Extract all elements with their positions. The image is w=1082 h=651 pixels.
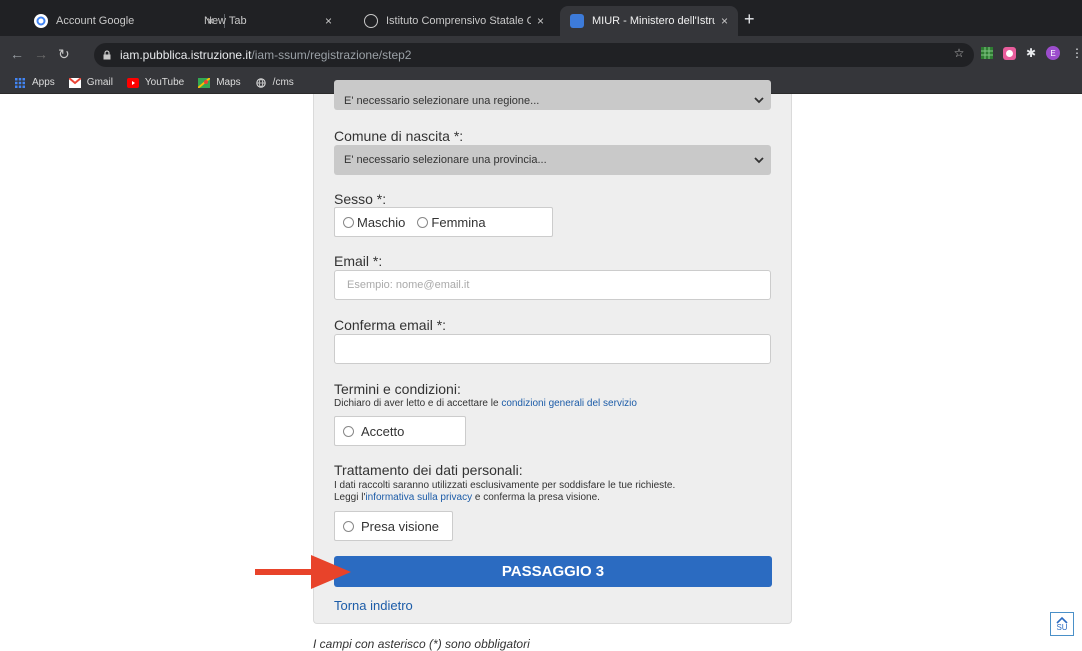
privacy-prefix: Leggi l' xyxy=(334,492,366,503)
radio-femmina[interactable]: Femmina xyxy=(417,214,486,230)
close-icon[interactable]: × xyxy=(325,14,332,28)
radio-label: Accetto xyxy=(361,423,405,439)
comune-select[interactable]: E' necessario selezionare una provincia.… xyxy=(334,145,771,175)
tab-label: Account Google xyxy=(56,15,135,27)
close-icon[interactable]: × xyxy=(537,14,544,28)
confirm-email-field[interactable] xyxy=(334,334,771,364)
bookmark-label: /cms xyxy=(272,77,294,88)
bookmark-label: Maps xyxy=(216,77,241,88)
terms-link[interactable]: condizioni generali del servizio xyxy=(501,398,637,409)
privacy-line1: I dati raccolti saranno utilizzati esclu… xyxy=(334,480,676,491)
tab-label: New Tab xyxy=(204,15,247,27)
tab-istituto[interactable]: Istituto Comprensivo Statale G × xyxy=(354,6,554,36)
registration-form: E' necessario selezionare una regione...… xyxy=(313,80,792,624)
scroll-top-button[interactable]: SU xyxy=(1050,612,1074,636)
radio-circle-icon xyxy=(343,425,354,437)
bookmark-label: Apps xyxy=(32,77,55,88)
bookmark-star-icon[interactable]: ☆ xyxy=(952,46,966,60)
bookmark-label: Gmail xyxy=(86,77,113,88)
email-label: Email *: xyxy=(334,253,383,269)
radio-circle-icon xyxy=(343,520,354,532)
radio-circle-icon xyxy=(343,216,354,228)
privacy-suffix: e conferma la presa visione. xyxy=(472,492,600,503)
youtube-icon xyxy=(126,77,139,88)
back-link[interactable]: Torna indietro xyxy=(334,598,413,613)
privacy-line2: Leggi l'informativa sulla privacy e conf… xyxy=(334,492,600,504)
reload-icon[interactable]: ↻ xyxy=(58,46,70,62)
close-icon[interactable]: × xyxy=(721,14,728,28)
radio-label: Presa visione xyxy=(361,518,440,534)
region-select[interactable]: E' necessario selezionare una regione... xyxy=(334,80,771,110)
url-host: iam.pubblica.istruzione.it xyxy=(120,48,252,62)
profile-avatar[interactable]: E xyxy=(1046,46,1060,60)
required-fields-note: I campi con asterisco (*) sono obbligato… xyxy=(313,637,530,651)
radio-accetto[interactable]: Accetto xyxy=(334,416,466,446)
tab-new-tab[interactable]: New Tab × xyxy=(194,6,342,36)
chevron-down-icon xyxy=(754,157,764,164)
extensions-puzzle-icon[interactable]: ✱ xyxy=(1024,46,1038,60)
terms-text: Dichiaro di aver letto e di accettare le… xyxy=(334,398,637,410)
globe-icon xyxy=(255,77,266,88)
privacy-title: Trattamento dei dati personali: xyxy=(334,462,523,478)
browser-toolbar: ← → ↻ iam.pubblica.istruzione.it/iam-ssu… xyxy=(0,36,1082,72)
new-tab-button[interactable]: + xyxy=(744,10,755,28)
tab-miur[interactable]: MIUR - Ministero dell'Istruzion × xyxy=(560,6,738,36)
address-bar[interactable]: iam.pubblica.istruzione.it/iam-ssum/regi… xyxy=(94,43,974,67)
radio-circle-icon xyxy=(417,216,429,228)
bookmark-youtube[interactable]: YouTube xyxy=(126,77,185,88)
sesso-label: Sesso *: xyxy=(334,191,387,207)
confirm-email-label: Conferma email *: xyxy=(334,317,447,333)
apps-grid-icon xyxy=(15,77,25,88)
globe-icon xyxy=(364,14,378,28)
miur-favicon-icon xyxy=(570,14,584,28)
url-path: /iam-ssum/registrazione/step2 xyxy=(251,48,412,62)
browser-tab-strip: Account Google × New Tab × Istituto Comp… xyxy=(0,0,1082,36)
radio-label: Femmina xyxy=(431,214,486,230)
email-field[interactable] xyxy=(334,270,771,300)
gmail-icon xyxy=(68,77,81,88)
back-arrow-icon[interactable]: ← xyxy=(10,46,24,62)
red-arrow-annotation-icon xyxy=(255,555,351,589)
maps-icon xyxy=(198,77,211,88)
bookmark-apps[interactable]: Apps xyxy=(14,77,55,88)
extension-color-icon[interactable] xyxy=(1002,46,1016,60)
tab-label: Istituto Comprensivo Statale G xyxy=(386,15,531,27)
comune-select-value: E' necessario selezionare una provincia.… xyxy=(344,154,547,166)
region-select-value: E' necessario selezionare una regione... xyxy=(344,95,540,107)
sesso-radio-group: Maschio Femmina xyxy=(334,207,553,237)
bookmark-gmail[interactable]: Gmail xyxy=(68,77,113,88)
scroll-top-label: SU xyxy=(1056,623,1068,632)
radio-maschio[interactable]: Maschio xyxy=(343,215,405,230)
tab-label: MIUR - Ministero dell'Istruzion xyxy=(592,15,715,27)
chevron-down-icon xyxy=(754,97,764,104)
bookmark-cms[interactable]: /cms xyxy=(255,77,294,88)
comune-label: Comune di nascita *: xyxy=(334,128,464,144)
bookmark-maps[interactable]: Maps xyxy=(198,77,241,88)
bookmark-label: YouTube xyxy=(144,77,185,88)
forward-arrow-icon[interactable]: → xyxy=(34,46,48,62)
google-icon xyxy=(34,14,48,28)
menu-kebab-icon[interactable]: ⋮ xyxy=(1070,46,1082,60)
privacy-link[interactable]: informativa sulla privacy xyxy=(365,492,472,503)
terms-text-prefix: Dichiaro di aver letto e di accettare le xyxy=(334,398,502,409)
terms-title: Termini e condizioni: xyxy=(334,381,461,397)
radio-presa-visione[interactable]: Presa visione xyxy=(334,511,453,541)
radio-label: Maschio xyxy=(357,214,406,230)
extension-grid-icon[interactable] xyxy=(980,46,994,60)
next-step-button[interactable]: PASSAGGIO 3 xyxy=(334,556,772,587)
lock-icon xyxy=(103,50,111,60)
